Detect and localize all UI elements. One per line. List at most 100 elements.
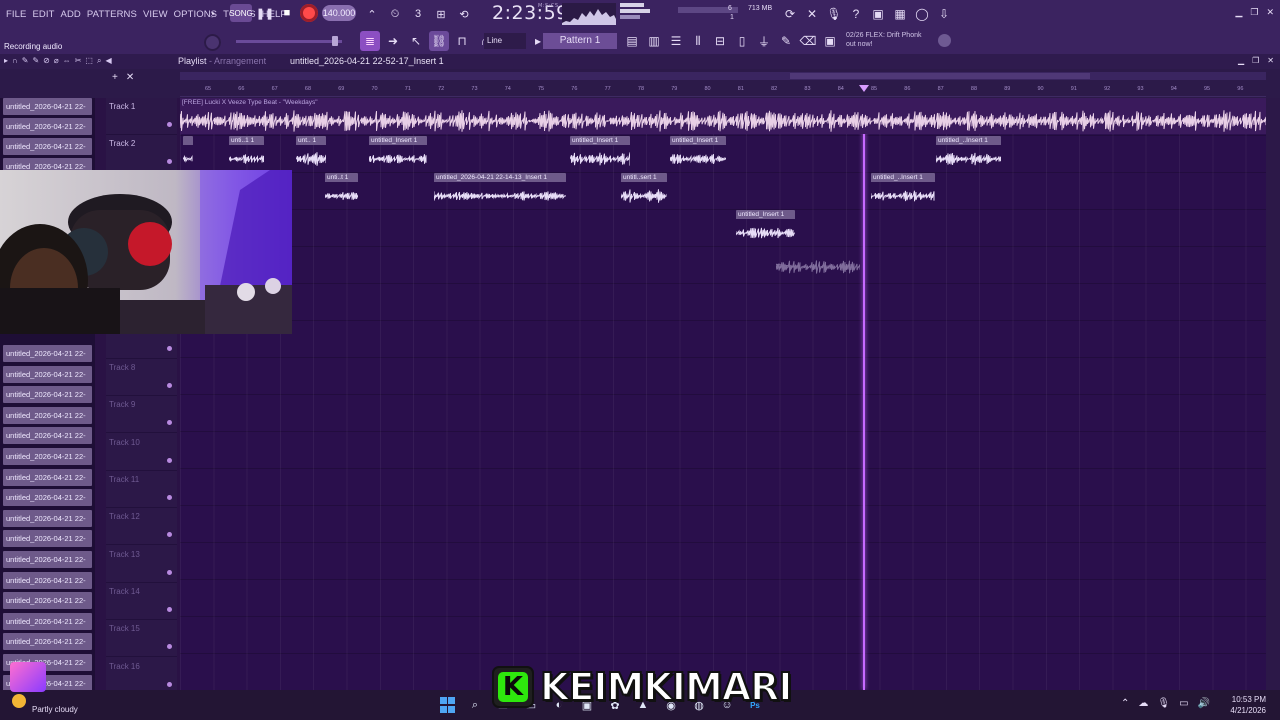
track-led-icon[interactable]: [167, 681, 172, 687]
mic-tray-icon[interactable]: 🎙: [1157, 698, 1170, 709]
loop-record-icon[interactable]: ⟲: [454, 4, 474, 24]
metronome-icon[interactable]: ⌃: [362, 4, 382, 24]
news-panel[interactable]: 02/26 FLEX: Drift Phonk out now!: [846, 31, 921, 49]
dragged-clip-preview[interactable]: [776, 244, 860, 280]
timeline-ruler[interactable]: 65 66 67 68 69 70 71 72 73 74 75 76 77 78 79 80 81 82 83 84…: [180, 85, 1266, 97]
wait-input-icon[interactable]: ⏲: [385, 4, 405, 24]
track-led-icon[interactable]: [167, 457, 172, 463]
zoom-icon[interactable]: ⌕: [97, 56, 101, 66]
save-icon[interactable]: ▣: [868, 4, 888, 24]
menu-add[interactable]: ADD: [61, 9, 81, 20]
step-edit-icon[interactable]: ⊞: [431, 4, 451, 24]
record-button[interactable]: [300, 4, 318, 22]
browser-item[interactable]: untitled_2026-04-21 22-: [3, 406, 92, 424]
pat-song-toggle[interactable]: SONG: [229, 4, 253, 22]
track-header[interactable]: Track 1: [106, 98, 177, 135]
refresh-icon[interactable]: ⟳: [780, 4, 800, 24]
arrow-right-icon[interactable]: ➜: [383, 31, 403, 51]
song-time-display[interactable]: 2:23:59 M:S:CS: [492, 2, 569, 24]
mute-icon[interactable]: ⌀: [54, 56, 59, 66]
browser-item[interactable]: untitled_2026-04-21 22-: [3, 118, 92, 135]
mixer-icon[interactable]: ⫴: [688, 31, 708, 51]
playhead-marker[interactable]: [859, 85, 869, 92]
horizontal-scrollbar[interactable]: [180, 72, 1266, 80]
browser-item[interactable]: untitled_2026-04-21 22-: [3, 571, 92, 589]
brush-icon[interactable]: ✎: [776, 31, 796, 51]
audio-clip[interactable]: untitled_..Insert 1: [871, 173, 935, 209]
browser-item[interactable]: untitled_2026-04-21 22-: [3, 509, 92, 527]
playback-icon[interactable]: ◀: [105, 56, 111, 66]
tray-overflow-icon[interactable]: ⌃: [1121, 698, 1129, 709]
browser-item[interactable]: untitled_2026-04-21 22-: [3, 345, 92, 362]
track-header[interactable]: Track 2: [106, 135, 177, 173]
chat-icon[interactable]: ◯: [912, 4, 932, 24]
menu-edit[interactable]: EDIT: [32, 9, 54, 20]
slice-icon[interactable]: ✂: [75, 56, 82, 66]
document-icon[interactable]: ▯: [732, 31, 752, 51]
weather-icon[interactable]: [12, 694, 26, 708]
restore-icon[interactable]: ❐: [1250, 7, 1258, 18]
track-led-icon[interactable]: [167, 122, 172, 127]
start-icon[interactable]: [438, 696, 456, 714]
track-led-icon[interactable]: [167, 532, 172, 538]
playlist-grid[interactable]: [FREE] Lucki X Veeze Type Beat - "Weekda…: [180, 98, 1266, 690]
paint-icon[interactable]: ✎: [32, 56, 39, 66]
track-header[interactable]: Track 15: [106, 620, 177, 658]
browser-item[interactable]: untitled_2026-04-21 22-: [3, 633, 92, 651]
search-icon[interactable]: ⌕: [466, 696, 484, 714]
audio-clip[interactable]: untitled_Insert 1: [670, 136, 726, 172]
close-icon[interactable]: ✕: [1266, 7, 1274, 18]
track-led-icon[interactable]: [167, 159, 172, 165]
audio-clip[interactable]: [183, 136, 193, 172]
playlist-maximize-icon[interactable]: ❐: [1252, 56, 1259, 65]
browser-item[interactable]: untitled_2026-04-21 22-: [3, 427, 92, 445]
track-header[interactable]: Track 11: [106, 471, 177, 508]
tempo-display[interactable]: 140.000: [322, 5, 356, 21]
track-header[interactable]: Track 8: [106, 359, 177, 397]
browser-item[interactable]: untitled_2026-04-21 22-: [3, 530, 92, 548]
add-track-icon[interactable]: +: [112, 72, 118, 83]
select-icon[interactable]: ⬚: [85, 56, 93, 66]
menu-file[interactable]: FILE: [6, 9, 26, 20]
track-led-icon[interactable]: [167, 569, 172, 575]
master-meter-icon[interactable]: ◔: [202, 4, 222, 24]
plug-icon[interactable]: ⏚: [754, 31, 774, 51]
weather-text[interactable]: Partly cloudy: [32, 705, 78, 714]
globe-icon[interactable]: [938, 34, 951, 47]
browser-icon[interactable]: ⊟: [710, 31, 730, 51]
audio-clip[interactable]: unti..t 1: [325, 173, 358, 209]
browser-item[interactable]: untitled_2026-04-21 22-: [3, 612, 92, 630]
snap-select[interactable]: Line: [484, 33, 526, 49]
vertical-scrollbar[interactable]: [1266, 98, 1280, 690]
track-header[interactable]: Track 16: [106, 658, 177, 695]
browser-item[interactable]: untitled_2026-04-21 22-: [3, 489, 92, 507]
countdown-icon[interactable]: 3: [408, 4, 428, 24]
master-pitch-slider[interactable]: [236, 36, 342, 46]
playhead[interactable]: [863, 98, 865, 690]
scrollbar-thumb[interactable]: [790, 73, 1090, 79]
menu-patterns[interactable]: PATTERNS: [87, 9, 137, 20]
microphone-icon[interactable]: 🎙: [824, 4, 844, 24]
arrow-menu-icon[interactable]: ▸: [4, 56, 8, 66]
play-button[interactable]: ❚❚: [256, 4, 274, 22]
track-header[interactable]: Track 12: [106, 508, 177, 546]
browser-item[interactable]: untitled_2026-04-21 22-: [3, 468, 92, 486]
audio-clip[interactable]: untitled_Insert 1: [369, 136, 427, 172]
browser-item[interactable]: untitled_2026-04-21 22-: [3, 386, 92, 404]
download-icon[interactable]: ⇩: [934, 4, 954, 24]
track-header[interactable]: Track 9: [106, 396, 177, 434]
piano-roll-icon[interactable]: ▥: [644, 31, 664, 51]
stop-button[interactable]: ■: [278, 4, 296, 22]
playlist-icon[interactable]: ▤: [622, 31, 642, 51]
pencil-icon[interactable]: ✎: [22, 56, 29, 66]
pattern-selector[interactable]: Pattern 1: [543, 33, 617, 49]
playlist-view-icon[interactable]: ≣: [360, 31, 380, 51]
browser-item[interactable]: untitled_2026-04-21 22-: [3, 138, 92, 155]
network-icon[interactable]: ▭: [1179, 698, 1188, 709]
slip-icon[interactable]: ⇔: [63, 56, 71, 66]
help-icon[interactable]: ?: [846, 4, 866, 24]
wrench-icon[interactable]: ✕: [802, 4, 822, 24]
audio-clip[interactable]: [FREE] Lucki X Veeze Type Beat - "Weekda…: [180, 98, 1266, 134]
audio-clip[interactable]: untitled_Insert 1: [570, 136, 630, 172]
browser-item[interactable]: untitled_2026-04-21 22-: [3, 592, 92, 610]
